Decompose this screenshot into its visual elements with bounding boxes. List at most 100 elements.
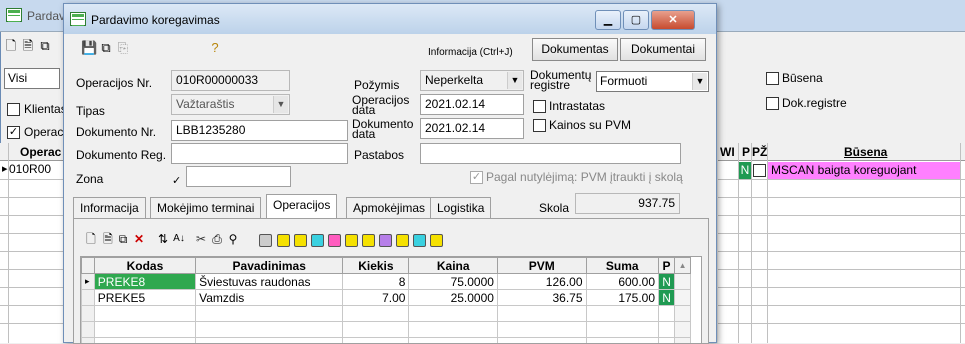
dokumentu-registre-select[interactable]: Formuoti ▼ <box>596 71 709 92</box>
split-icon[interactable]: ⇅ <box>156 232 170 246</box>
delete-icon[interactable]: ✕ <box>132 232 146 246</box>
dokumentas-button[interactable]: Dokumentas <box>532 38 618 61</box>
klientas-label: Klientas <box>24 102 67 116</box>
cell-pavadinimas[interactable]: Vamzdis <box>196 290 343 306</box>
intrastatas-checkbox[interactable] <box>533 100 546 113</box>
new-row-icon[interactable]: 🗋 <box>84 232 98 246</box>
grid-header-busena[interactable]: Būsena <box>844 145 887 159</box>
table-row[interactable] <box>82 306 691 322</box>
tree-icon[interactable]: ⧉ <box>37 38 53 54</box>
close-button[interactable]: ✕ <box>651 10 695 30</box>
cell-pavadinimas[interactable]: Šviestuvas raudonas <box>196 274 343 290</box>
cell-kaina[interactable]: 25.0000 <box>409 290 498 306</box>
cube-yellow-icon[interactable] <box>277 234 290 247</box>
cube-yellow-icon[interactable] <box>345 234 358 247</box>
tab-operacijos[interactable]: Operacijos <box>266 194 337 219</box>
cube-gray-icon[interactable] <box>259 234 272 247</box>
tab-apmokejimas[interactable]: Apmokėjimas <box>346 197 432 219</box>
dokumento-nr-field[interactable]: LBB1235280 <box>171 120 348 141</box>
grid-row-busena-value[interactable]: MSCAN baigta koreguojant <box>768 162 960 179</box>
scrollbar-up-icon[interactable]: ▲ <box>675 258 691 274</box>
tab-logistika[interactable]: Logistika <box>430 197 491 219</box>
pvm-skola-checkbox[interactable]: ✓ <box>470 171 483 184</box>
grid-row-pz-checkbox[interactable] <box>753 164 766 177</box>
chevron-down-icon: ▼ <box>692 73 707 90</box>
table-row[interactable] <box>82 322 691 338</box>
dok-registre-checkbox[interactable] <box>766 97 779 110</box>
cell-kodas[interactable]: PREKE5 <box>94 290 195 306</box>
cell-suma[interactable]: 600.00 <box>586 274 659 290</box>
table-row[interactable]: ▸ PREKE8 Šviestuvas raudonas 8 75.0000 1… <box>82 274 691 290</box>
cube-cyan-icon[interactable] <box>311 234 324 247</box>
scrollbar-track[interactable] <box>675 290 691 306</box>
cube-purple-icon[interactable] <box>379 234 392 247</box>
row-indicator <box>82 290 95 306</box>
cell-kodas[interactable]: PREKE8 <box>94 274 195 290</box>
cell-kaina[interactable]: 75.0000 <box>409 274 498 290</box>
operac-checkbox[interactable]: ✓ <box>7 126 20 139</box>
tipas-select[interactable]: Važtaraštis ▼ <box>171 94 290 115</box>
filter-select[interactable]: Visi <box>4 68 60 89</box>
grid-header-wi: WI <box>720 145 735 159</box>
tab-informacija[interactable]: Informacija <box>73 197 146 219</box>
new-doc-icon[interactable]: 🗋 <box>3 38 19 54</box>
save-icon[interactable]: 💾 <box>81 40 97 56</box>
grid-line <box>0 197 64 198</box>
help-icon[interactable]: ? <box>207 40 223 56</box>
cube-pink-icon[interactable] <box>328 234 341 247</box>
column-header-p[interactable]: P <box>659 258 675 274</box>
copy-icon[interactable]: ⎘ <box>115 40 131 56</box>
operacijos-data-label: Operacijos data <box>352 95 416 115</box>
cell-kiekis[interactable]: 7.00 <box>343 290 409 306</box>
cube-yellow-icon[interactable] <box>396 234 409 247</box>
grid-row-p-cell[interactable]: N <box>739 162 751 179</box>
tree-view-icon[interactable]: ⧉ <box>98 40 114 56</box>
column-header-kiekis[interactable]: Kiekis <box>343 258 409 274</box>
cell-pvm[interactable]: 126.00 <box>497 274 586 290</box>
klientas-checkbox[interactable] <box>7 103 20 116</box>
kainos-su-pvm-checkbox[interactable] <box>533 119 546 132</box>
scrollbar-track[interactable] <box>675 274 691 290</box>
column-header-kodas[interactable]: Kodas <box>94 258 195 274</box>
column-header-pavadinimas[interactable]: Pavadinimas <box>196 258 343 274</box>
doc-icon[interactable]: 🗎 <box>101 232 115 246</box>
info-hint: Informacija (Ctrl+J) <box>428 47 513 58</box>
column-header-pvm[interactable]: PVM <box>497 258 586 274</box>
cube-yellow-icon[interactable] <box>294 234 307 247</box>
cube-yellow-icon[interactable] <box>362 234 375 247</box>
maximize-button[interactable]: ▢ <box>623 10 649 30</box>
sort-icon[interactable]: A↓ <box>172 232 186 246</box>
grid-first-row-value[interactable]: 010R00 <box>9 162 51 176</box>
find-icon[interactable]: ⚲ <box>226 232 240 246</box>
grid-line <box>718 287 965 288</box>
dokumento-data-field[interactable]: 2021.02.14 <box>420 118 524 139</box>
table-row[interactable] <box>82 338 691 344</box>
dokumento-nr-value: LBB1235280 <box>176 123 245 137</box>
cell-p[interactable]: N <box>659 290 675 306</box>
cell-p[interactable]: N <box>659 274 675 290</box>
column-header-kaina[interactable]: Kaina <box>409 258 498 274</box>
minimize-button[interactable]: ▁ <box>595 10 621 30</box>
dokumento-reg-field[interactable] <box>171 143 348 164</box>
print-icon[interactable]: ⎙ <box>210 232 224 246</box>
zona-field[interactable] <box>186 166 291 187</box>
operacijos-data-field[interactable]: 2021.02.14 <box>420 94 524 115</box>
doc-icon[interactable]: 🗎 <box>20 38 36 54</box>
pastabos-field[interactable] <box>420 143 681 164</box>
operac-checkbox-label: Operac <box>24 125 63 139</box>
cell-suma[interactable]: 175.00 <box>586 290 659 306</box>
busena-checkbox[interactable] <box>766 72 779 85</box>
cube-yellow-icon[interactable] <box>430 234 443 247</box>
cut-icon[interactable]: ✂ <box>194 232 208 246</box>
dokumentai-button[interactable]: Dokumentai <box>620 38 706 61</box>
cube-cyan-icon[interactable] <box>413 234 426 247</box>
column-header-suma[interactable]: Suma <box>586 258 659 274</box>
dialog-titlebar[interactable]: Pardavimo koregavimas ▁ ▢ ✕ <box>64 4 716 34</box>
cell-pvm[interactable]: 36.75 <box>497 290 586 306</box>
tree-icon[interactable]: ⧉ <box>116 232 130 246</box>
tab-mokejimo-terminai[interactable]: Mokėjimo terminai <box>150 197 261 219</box>
cell-kiekis[interactable]: 8 <box>343 274 409 290</box>
grid-line <box>751 143 752 343</box>
pozymis-select[interactable]: Neperkelta ▼ <box>420 70 524 91</box>
table-row[interactable]: PREKE5 Vamzdis 7.00 25.0000 36.75 175.00… <box>82 290 691 306</box>
